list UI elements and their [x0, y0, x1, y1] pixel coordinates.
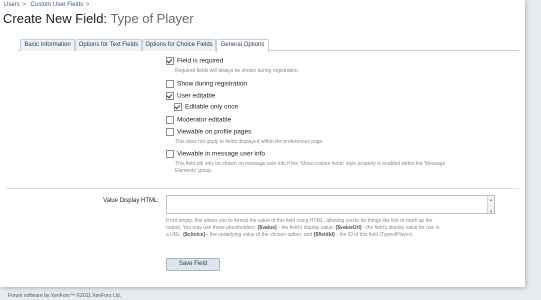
- tab-options-choice-fields[interactable]: Options for Choice Fields: [142, 39, 216, 51]
- help-text: a URL;: [166, 232, 182, 238]
- page-title-field-name: Type of Player: [110, 11, 194, 26]
- viewable-profile-label: Viewable on profile pages: [177, 128, 252, 136]
- save-field-button[interactable]: Save Field: [166, 258, 220, 271]
- option-user-editable[interactable]: User editable: [166, 92, 215, 100]
- viewable-message-user-info-label: Viewable in message user info: [177, 150, 266, 158]
- breadcrumb-separator: >: [22, 2, 26, 8]
- show-during-registration-checkbox[interactable]: [166, 80, 174, 88]
- breadcrumb-item-users[interactable]: Users: [4, 2, 20, 8]
- field-required-checkbox[interactable]: [166, 57, 174, 65]
- moderator-editable-label: Moderator editable: [177, 116, 232, 124]
- user-editable-label: User editable: [177, 92, 216, 100]
- option-field-required[interactable]: Field is required: [166, 57, 223, 65]
- placeholder-value: {$value}: [257, 225, 277, 231]
- textarea-scrollbar[interactable]: ▲ ▼: [487, 196, 494, 215]
- footer-copyright: Forum software by XenForo™ ©2011 XenForo…: [8, 293, 122, 299]
- user-editable-checkbox[interactable]: [166, 92, 174, 100]
- section-divider: [6, 188, 519, 189]
- tab-basic-information[interactable]: Basic Information: [20, 39, 75, 51]
- scroll-down-arrow-icon[interactable]: ▼: [488, 208, 494, 215]
- help-text: - the field's display value;: [278, 225, 335, 231]
- option-viewable-profile[interactable]: Viewable on profile pages: [166, 128, 251, 136]
- editable-only-once-label: Editable only once: [185, 103, 239, 111]
- help-text: output. You may use these placeholders:: [166, 225, 257, 231]
- editable-only-once-checkbox[interactable]: [174, 103, 182, 111]
- option-viewable-message-user-info[interactable]: Viewable in message user info: [166, 150, 265, 158]
- tab-general-options[interactable]: General Options: [216, 39, 269, 52]
- option-editable-only-once[interactable]: Editable only once: [174, 103, 238, 111]
- viewable-profile-checkbox[interactable]: [166, 128, 174, 136]
- placeholder-value-url: {$valueUrl}: [335, 225, 362, 231]
- help-text: - the field's display value for use in: [363, 225, 440, 231]
- breadcrumb-item-custom-user-fields[interactable]: Custom User Fields: [31, 2, 84, 8]
- main-panel: Users > Custom User Fields > Create New …: [0, 0, 525, 287]
- tab-options-text-fields[interactable]: Options for Text Fields: [75, 39, 142, 51]
- scroll-up-arrow-icon[interactable]: ▲: [488, 196, 494, 203]
- breadcrumb: Users > Custom User Fields >: [4, 2, 92, 8]
- value-display-html-label: Value Display HTML:: [103, 198, 159, 204]
- field-required-label: Field is required: [177, 57, 224, 65]
- help-text: - the underlying value of the chosen opt…: [206, 232, 313, 238]
- option-show-during-registration[interactable]: Show during registration: [166, 80, 247, 88]
- value-display-help-line-1: If not empty, this allows you to format …: [166, 218, 433, 224]
- option-moderator-editable[interactable]: Moderator editable: [166, 116, 231, 124]
- page-title: Create New Field: Type of Player: [3, 11, 194, 26]
- value-display-help-line-2: output. You may use these placeholders: …: [166, 225, 440, 231]
- moderator-editable-checkbox[interactable]: [166, 116, 174, 124]
- viewable-message-user-info-hint-line-1: This field will only be shown on message…: [175, 161, 446, 167]
- value-display-html-textarea[interactable]: ▲ ▼: [166, 195, 495, 214]
- field-required-hint: Required fields will always be shown dur…: [175, 68, 299, 74]
- help-text: - the ID of this field (TypeofPlayer).: [336, 232, 414, 238]
- value-display-help-line-3: a URL; {$choice} - the underlying value …: [166, 232, 413, 238]
- placeholder-choice: {$choice}: [182, 232, 206, 238]
- viewable-message-user-info-checkbox[interactable]: [166, 150, 174, 158]
- viewable-message-user-info-hint-line-2: Elements' group.: [175, 168, 213, 174]
- placeholder-field-id: {$fieldId}: [313, 232, 336, 238]
- breadcrumb-separator: >: [85, 2, 90, 8]
- show-during-registration-label: Show during registration: [177, 80, 248, 88]
- page-title-main: Create New Field:: [3, 11, 108, 26]
- viewable-profile-hint: This does not apply to fields displayed …: [175, 139, 324, 145]
